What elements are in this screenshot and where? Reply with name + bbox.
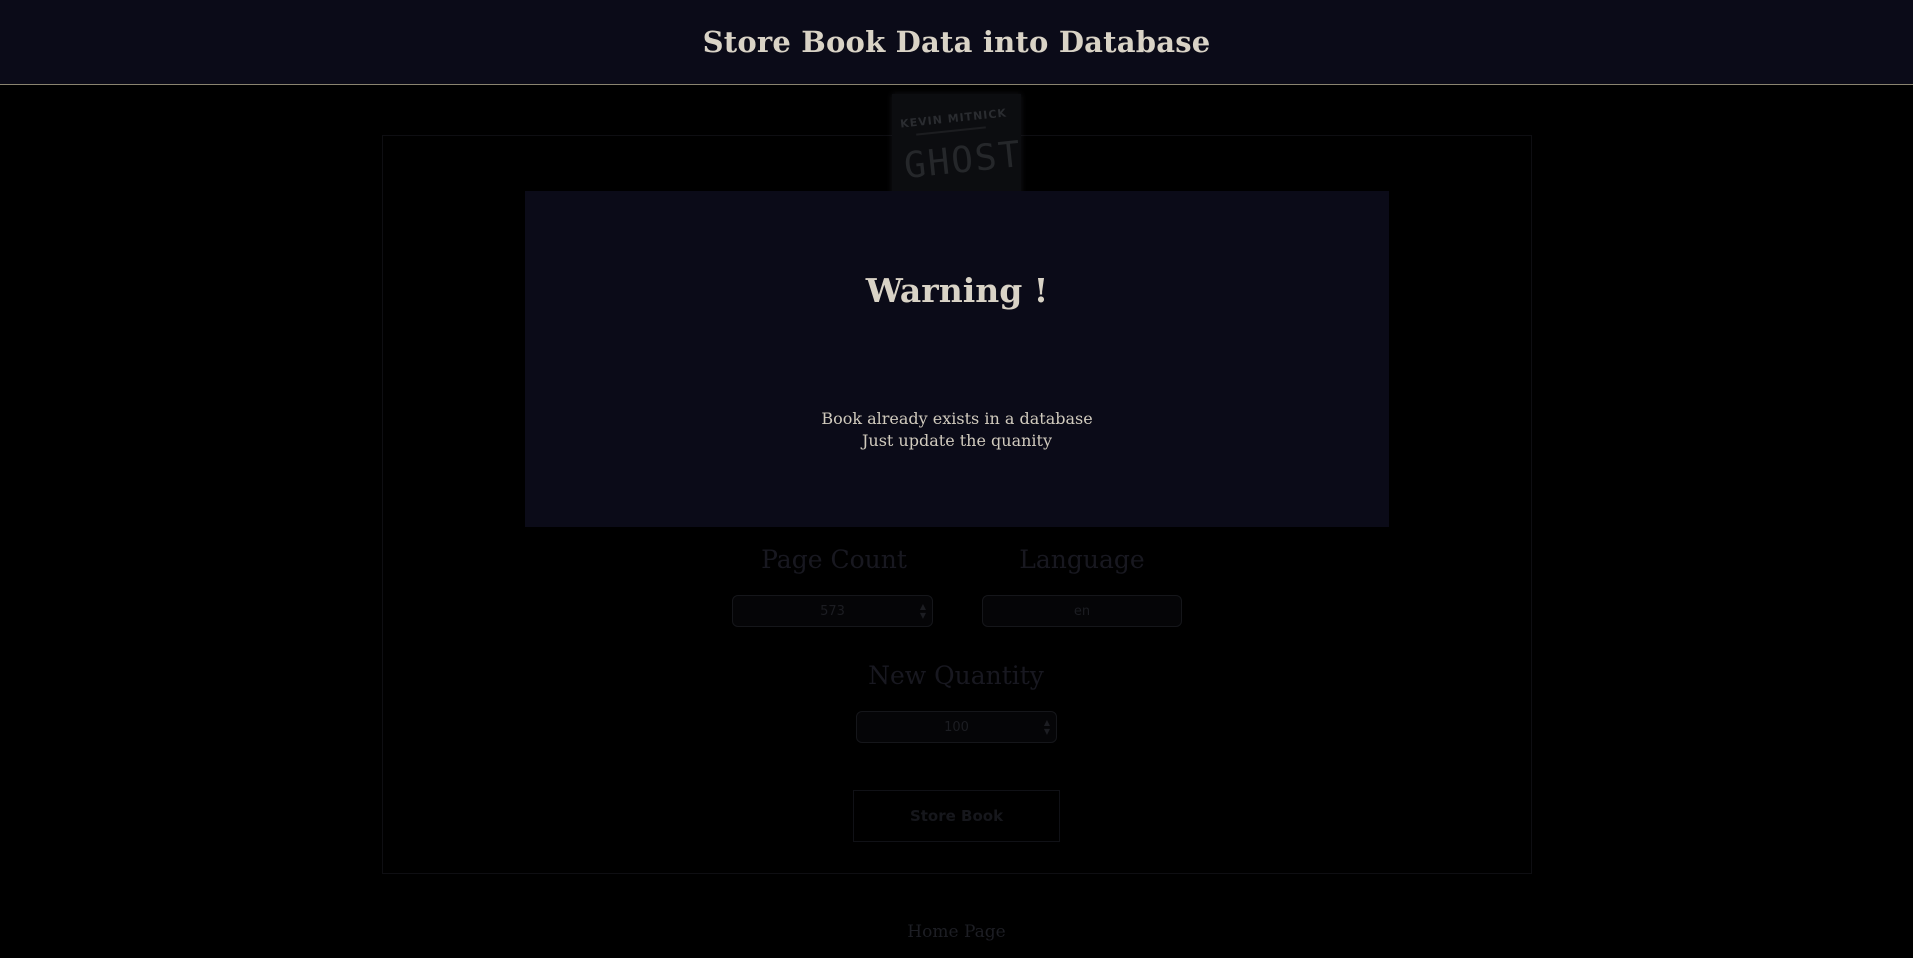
modal-title: Warning ! (865, 271, 1049, 310)
book-cover-image: KEVIN MITNICK GHOST (892, 94, 1021, 194)
language-label: Language (1019, 545, 1145, 574)
cover-author-text: KEVIN MITNICK (899, 106, 1008, 131)
page-count-value: 573 (820, 603, 845, 619)
page-title: Store Book Data into Database (702, 25, 1211, 59)
warning-modal: Warning ! Book already exists in a datab… (525, 191, 1389, 527)
spinner-icon[interactable]: ▲ ▼ (920, 602, 926, 620)
home-page-link[interactable]: Home Page (0, 922, 1913, 942)
page-count-input[interactable]: 573 ▲ ▼ (732, 595, 933, 627)
modal-message-line-1: Book already exists in a database (821, 409, 1093, 428)
store-book-button[interactable]: Store Book (853, 790, 1060, 842)
new-quantity-label: New Quantity (868, 661, 1044, 690)
page-count-label: Page Count (761, 545, 907, 574)
language-input[interactable]: en (982, 595, 1182, 627)
spinner-icon[interactable]: ▲ ▼ (1044, 718, 1050, 736)
language-value: en (1073, 603, 1091, 619)
modal-message: Book already exists in a database Just u… (525, 408, 1389, 452)
new-quantity-value: 100 (944, 719, 969, 735)
page-header: Store Book Data into Database (0, 0, 1913, 85)
modal-message-line-2: Just update the quanity (861, 431, 1053, 450)
new-quantity-input[interactable]: 100 ▲ ▼ (856, 711, 1057, 743)
cover-title-text: GHOST (902, 133, 1021, 188)
